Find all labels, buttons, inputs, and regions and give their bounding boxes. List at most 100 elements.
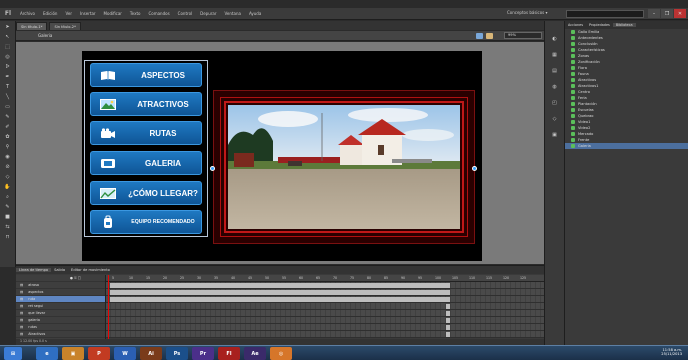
taskbar-app-ie[interactable]: e xyxy=(36,347,58,360)
tab-document-1[interactable]: Sin título-1* xyxy=(16,22,48,30)
menu-texto[interactable]: Texto xyxy=(126,11,145,16)
taskbar-app-illustrator[interactable]: Ai xyxy=(140,347,162,360)
frame-row[interactable] xyxy=(106,303,544,310)
frame-grid[interactable]: 5 10 15 20 25 30 35 40 45 50 55 60 65 70… xyxy=(106,275,544,346)
lasso-icon[interactable]: ᐅ xyxy=(3,63,13,71)
taskbar-app-chrome[interactable]: ◎ xyxy=(270,347,292,360)
color-panel-icon[interactable]: ◐ xyxy=(550,35,560,43)
layer-row[interactable]: ▤ ret segui xyxy=(16,303,105,310)
eraser-icon[interactable]: ◇ xyxy=(3,173,13,181)
minimize-button[interactable]: – xyxy=(648,9,660,18)
stage[interactable]: ASPECTOS ATRACTIVOS RUTAS GALERIA ¿CÓMO … xyxy=(82,51,482,261)
frame-row[interactable] xyxy=(106,310,544,317)
tab-acciones[interactable]: Acciones xyxy=(565,23,586,27)
layer-row[interactable]: ▤ Atractivos xyxy=(16,331,105,338)
deco-icon[interactable]: ✿ xyxy=(3,133,13,141)
tab-timeline[interactable]: Línea de tiempo xyxy=(16,268,52,272)
brush-icon[interactable]: ✐ xyxy=(3,123,13,131)
tab-motion-editor[interactable]: Editor de movimiento xyxy=(68,268,113,272)
close-button[interactable]: ✕ xyxy=(674,9,686,18)
aspectos-button[interactable]: ASPECTOS xyxy=(90,63,202,87)
pen-icon[interactable]: ✒ xyxy=(3,73,13,81)
rectangle-tool-icon[interactable]: ▭ xyxy=(3,103,13,111)
menu-depurar[interactable]: Depurar xyxy=(196,11,220,16)
frame-row[interactable] xyxy=(106,282,544,289)
layer-row[interactable]: ▤ aspectos xyxy=(16,289,105,296)
taskbar-app-premiere[interactable]: Pr xyxy=(192,347,214,360)
info-icon[interactable]: ◍ xyxy=(550,83,560,91)
menu-modificar[interactable]: Modificar xyxy=(100,11,126,16)
selection-tool-icon[interactable]: ➤ xyxy=(3,23,13,31)
playhead[interactable] xyxy=(108,275,109,346)
workspace-switcher[interactable]: Conceptos básicos ▾ xyxy=(507,10,548,15)
layer-row[interactable]: ▤ galeria xyxy=(16,317,105,324)
menu-comandos[interactable]: Comandos xyxy=(144,11,173,16)
eyedropper-icon[interactable]: ⊘ xyxy=(3,163,13,171)
snap-icon[interactable]: ⊓ xyxy=(3,233,13,241)
taskbar-app-powerpoint[interactable]: P xyxy=(88,347,110,360)
zoom-select[interactable]: 99% xyxy=(504,32,542,39)
frame-right-handle[interactable] xyxy=(472,166,477,171)
frame-ruler[interactable]: 5 10 15 20 25 30 35 40 45 50 55 60 65 70… xyxy=(106,275,544,282)
system-clock[interactable]: 11:58 a.m. 25/11/2013 xyxy=(661,348,682,356)
rutas-button[interactable]: RUTAS xyxy=(90,121,202,145)
start-button[interactable]: ⊞ xyxy=(4,347,22,360)
frame-row[interactable] xyxy=(106,289,544,296)
scene-label[interactable]: Galeria xyxy=(38,33,52,38)
free-transform-icon[interactable]: ⬚ xyxy=(3,43,13,51)
frame-row[interactable] xyxy=(106,324,544,331)
menu-edicion[interactable]: Edición xyxy=(39,11,61,16)
3d-rotation-icon[interactable]: ◎ xyxy=(3,53,13,61)
paint-bucket-icon[interactable]: ◉ xyxy=(3,153,13,161)
menu-archivo[interactable]: Archivo xyxy=(16,11,39,16)
menu-ayuda[interactable]: Ayuda xyxy=(245,11,265,16)
components-icon[interactable]: ◇ xyxy=(550,115,560,123)
tab-document-2[interactable]: Sin título-2* xyxy=(49,22,81,30)
tab-output[interactable]: Salida xyxy=(51,268,68,272)
text-tool-icon[interactable]: T xyxy=(3,83,13,91)
movie-explorer-icon[interactable]: ▣ xyxy=(550,131,560,139)
layer-row-selected[interactable]: ▤ ruta xyxy=(16,296,105,303)
atractivos-button[interactable]: ATRACTIVOS xyxy=(90,92,202,116)
menu-control[interactable]: Control xyxy=(174,11,196,16)
taskbar-app-explorer[interactable]: ▣ xyxy=(62,347,84,360)
gallery-frame[interactable] xyxy=(210,90,477,244)
document-tabs: Sin título-1* Sin título-2* xyxy=(16,21,544,30)
zoom-icon[interactable]: ⌕ xyxy=(3,193,13,201)
como-llegar-button[interactable]: ¿CÓMO LLEGAR? xyxy=(90,181,202,205)
equipo-recomendado-button[interactable]: EQUIPO RECOMENDADO xyxy=(90,210,202,234)
swatches-icon[interactable]: ▦ xyxy=(550,51,560,59)
layer-row[interactable]: ▤ atrasa xyxy=(16,282,105,289)
stroke-color-icon[interactable]: ✎ xyxy=(3,203,13,211)
galeria-button[interactable]: GALERIA xyxy=(90,151,202,175)
align-icon[interactable]: ▤ xyxy=(550,67,560,75)
swap-colors-icon[interactable]: ⇆ xyxy=(3,223,13,231)
taskbar-app-photoshop[interactable]: Ps xyxy=(166,347,188,360)
taskbar-app-aftereffects[interactable]: Ae xyxy=(244,347,266,360)
menu-insertar[interactable]: Insertar xyxy=(76,11,100,16)
tab-biblioteca[interactable]: Biblioteca xyxy=(612,23,636,27)
hand-icon[interactable]: ✋ xyxy=(3,183,13,191)
subselection-tool-icon[interactable]: ↖ xyxy=(3,33,13,41)
bone-icon[interactable]: ⚲ xyxy=(3,143,13,151)
line-tool-icon[interactable]: ╲ xyxy=(3,93,13,101)
layer-row[interactable]: ▤ rutas xyxy=(16,324,105,331)
taskbar-app-word[interactable]: W xyxy=(114,347,136,360)
taskbar-app-flash[interactable]: Fl xyxy=(218,347,240,360)
frame-row[interactable] xyxy=(106,331,544,338)
library-item-selected[interactable]: Galeria xyxy=(565,143,688,149)
transform-icon[interactable]: ◰ xyxy=(550,99,560,107)
menu-ver[interactable]: Ver xyxy=(61,11,76,16)
pencil-icon[interactable]: ✎ xyxy=(3,113,13,121)
edit-scene-icon[interactable] xyxy=(486,33,493,39)
fill-color-icon[interactable]: ■ xyxy=(3,213,13,221)
edit-symbols-icon[interactable] xyxy=(476,33,483,39)
tab-propiedades[interactable]: Propiedades xyxy=(586,23,613,27)
search-input[interactable] xyxy=(566,10,644,18)
layer-row[interactable]: ▤ que llevar xyxy=(16,310,105,317)
frame-left-handle[interactable] xyxy=(210,166,215,171)
maximize-button[interactable]: ❐ xyxy=(661,9,673,18)
menu-ventana[interactable]: Ventana xyxy=(221,11,245,16)
frame-row[interactable] xyxy=(106,296,544,303)
frame-row[interactable] xyxy=(106,317,544,324)
